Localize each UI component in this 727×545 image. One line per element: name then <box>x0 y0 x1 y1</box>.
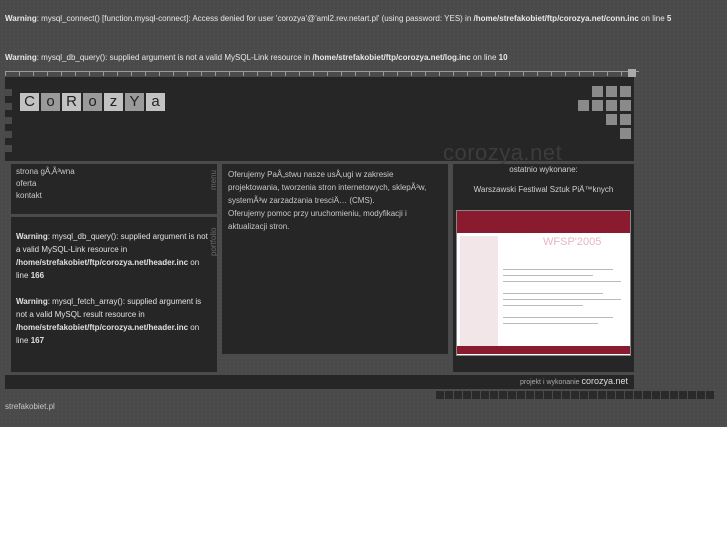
thumbnail-footer-bar <box>457 346 630 354</box>
header-notch <box>5 89 12 96</box>
thumbnail-sidebar <box>460 236 498 350</box>
logo-letter: R <box>62 93 81 111</box>
header-notch <box>5 117 12 124</box>
ruler-tick <box>215 72 216 76</box>
recent-work-thumbnail[interactable]: WFSP'2005 <box>456 210 631 356</box>
footer-bar: projekt i wykonanie corozya.net <box>5 375 634 389</box>
ruler-tick <box>47 72 48 76</box>
site-header: C o R o z Y a corozya.net <box>5 77 634 165</box>
ruler-tick <box>341 72 342 76</box>
ruler-tick <box>145 72 146 76</box>
header-notch <box>5 145 12 152</box>
recent-work-panel: ostatnio wykonane: Warszawski Festiwal S… <box>453 164 634 372</box>
menu-vertical-label: menu <box>209 169 218 190</box>
ruler-tick <box>117 72 118 76</box>
ruler-tick <box>271 72 272 76</box>
ruler-tick <box>285 72 286 76</box>
logo-letter: a <box>146 93 165 111</box>
offer-text: Oferujemy PaÅ„stwu nasze usÅ‚ugi w zakre… <box>228 168 442 233</box>
ruler-tick <box>593 72 594 76</box>
strefakobiet-link[interactable]: strefakobiet.pl <box>5 402 55 411</box>
ruler-tick <box>61 72 62 76</box>
ruler-tick <box>551 72 552 76</box>
ruler-tick <box>411 72 412 76</box>
menu-item-offer[interactable]: oferta <box>16 178 75 190</box>
header-watermark: corozya.net <box>443 140 563 165</box>
ruler-tick <box>327 72 328 76</box>
ruler-tick <box>313 72 314 76</box>
header-notch <box>5 103 12 110</box>
ruler-tick <box>425 72 426 76</box>
ruler-tick <box>33 72 34 76</box>
ruler-tick <box>579 72 580 76</box>
menu-panel: strona gÅ‚Ã³wna oferta kontakt menu <box>11 164 218 214</box>
ruler-tick <box>369 72 370 76</box>
ruler-tick <box>187 72 188 76</box>
ruler-tick <box>621 72 622 76</box>
ruler-tick <box>355 72 356 76</box>
ruler-tick <box>509 72 510 76</box>
ruler-tick <box>453 72 454 76</box>
portfolio-warnings: Warning: mysql_db_query(): supplied argu… <box>16 230 211 347</box>
recent-work-title: ostatnio wykonane: <box>509 165 578 174</box>
ruler-tick <box>229 72 230 76</box>
ruler-tick <box>383 72 384 76</box>
menu-item-home[interactable]: strona gÅ‚Ã³wna <box>16 166 75 178</box>
menu-item-contact[interactable]: kontakt <box>16 190 75 202</box>
logo-letter: z <box>104 93 123 111</box>
ruler-tick <box>607 72 608 76</box>
ruler-tick <box>75 72 76 76</box>
logo-letter: o <box>83 93 102 111</box>
ruler-tick <box>523 72 524 76</box>
logo-letter: o <box>41 93 60 111</box>
ruler-tick <box>565 72 566 76</box>
decorative-squares-row <box>436 391 715 399</box>
ruler-tick <box>481 72 482 76</box>
offer-paragraph: Oferujemy PaÅ„stwu nasze usÅ‚ugi w zakre… <box>228 170 427 205</box>
ruler-tick <box>89 72 90 76</box>
ruler-tick <box>243 72 244 76</box>
portfolio-vertical-label: portfolio <box>209 227 218 256</box>
ruler-tick <box>467 72 468 76</box>
php-warning-header-167: Warning: mysql_fetch_array(): supplied a… <box>16 297 202 345</box>
ruler-tick <box>19 72 20 76</box>
ruler-tick <box>159 72 160 76</box>
ruler-tick <box>439 72 440 76</box>
header-notch <box>5 131 12 138</box>
recent-work-link[interactable]: Warszawski Festiwal Sztuk PiÄ™knych <box>453 185 634 194</box>
portfolio-panel: Warning: mysql_db_query(): supplied argu… <box>11 217 218 372</box>
ruler-tick <box>103 72 104 76</box>
menu-list: strona gÅ‚Ã³wna oferta kontakt <box>16 166 75 202</box>
php-warning-header-166: Warning: mysql_db_query(): supplied argu… <box>16 232 208 280</box>
php-warning-log: Warning: mysql_db_query(): supplied argu… <box>5 53 508 62</box>
thumbnail-header-bar <box>457 211 630 233</box>
thumbnail-title: WFSP'2005 <box>543 236 602 248</box>
ruler-tick <box>173 72 174 76</box>
offer-panel: Oferujemy PaÅ„stwu nasze usÅ‚ugi w zakre… <box>222 164 448 354</box>
page-background: Warning: mysql_connect() [function.mysql… <box>0 0 727 427</box>
ruler-tick <box>131 72 132 76</box>
ruler-tick <box>299 72 300 76</box>
logo-letter: C <box>20 93 39 111</box>
php-warning-connect: Warning: mysql_connect() [function.mysql… <box>5 14 672 23</box>
ruler-tick <box>5 72 6 76</box>
ruler-tick <box>257 72 258 76</box>
offer-paragraph: Oferujemy pomoc przy uruchomieniu, modyf… <box>228 209 407 231</box>
ruler-tick <box>397 72 398 76</box>
ruler-tick <box>495 72 496 76</box>
ruler-tick <box>537 72 538 76</box>
site-logo[interactable]: C o R o z Y a <box>20 93 167 111</box>
footer-credit[interactable]: projekt i wykonanie corozya.net <box>520 376 628 386</box>
ruler-tick <box>201 72 202 76</box>
logo-letter: Y <box>125 93 144 111</box>
ruler-end-marker <box>628 69 636 77</box>
